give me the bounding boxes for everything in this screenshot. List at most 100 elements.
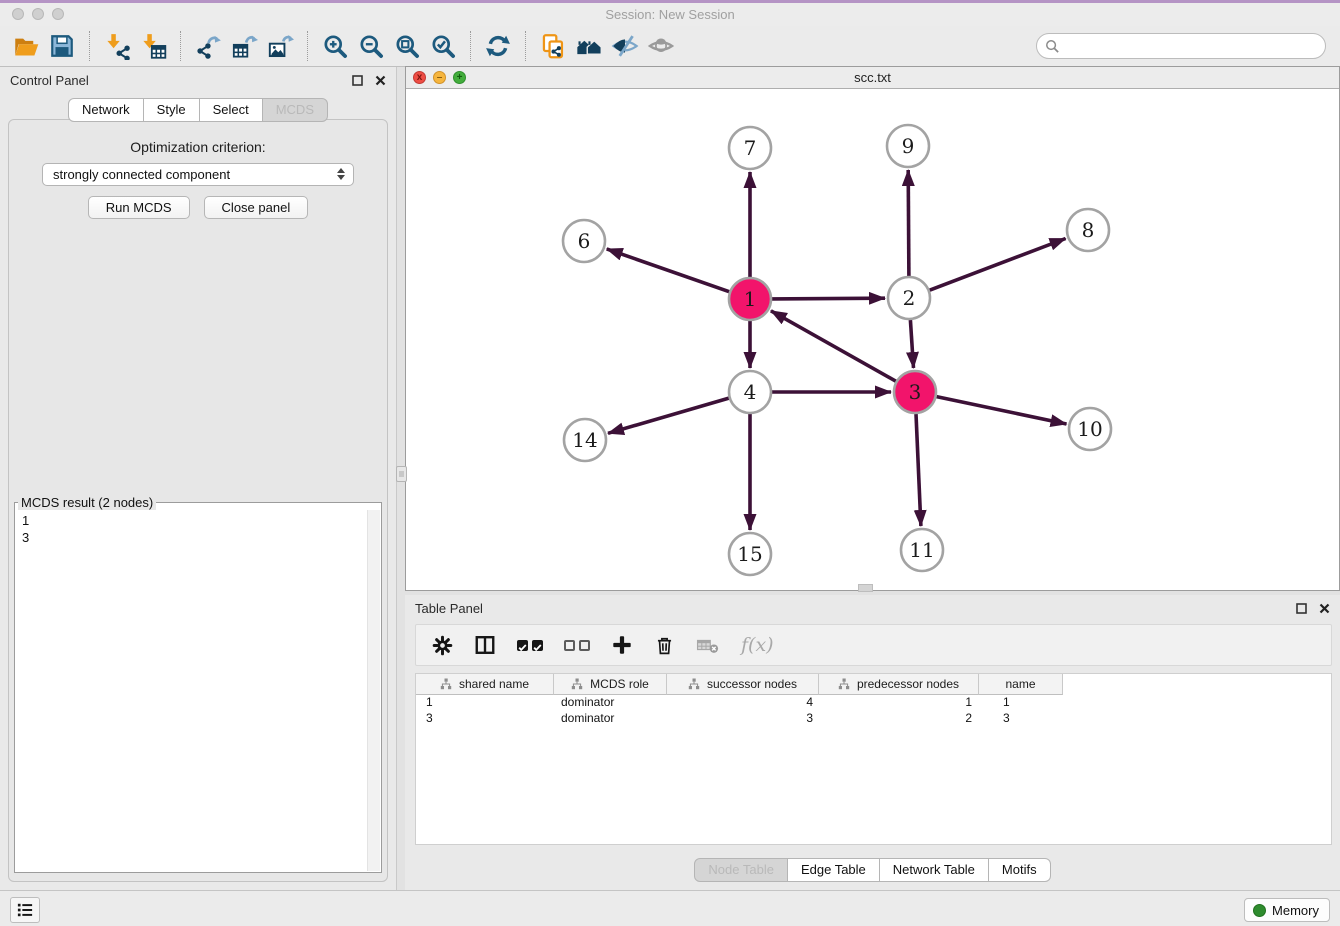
graph-node-7[interactable]: 7: [729, 127, 771, 169]
show-column-panel-button[interactable]: [474, 630, 496, 660]
graph-edge-3-1[interactable]: [771, 311, 896, 381]
graph-edge-1-6[interactable]: [607, 249, 730, 292]
memory-button[interactable]: Memory: [1244, 898, 1330, 922]
table-tab-node-table[interactable]: Node Table: [694, 858, 788, 882]
export-table-button[interactable]: [226, 30, 262, 62]
float-panel-icon[interactable]: [352, 75, 363, 86]
network-canvas[interactable]: 1 2 3 4 6 7 8 9 10 11 14 15: [406, 90, 1339, 590]
optimization-dropdown[interactable]: strongly connected component: [42, 163, 354, 186]
graph-node-9[interactable]: 9: [887, 125, 929, 167]
table-cell[interactable]: 3: [416, 711, 554, 727]
graph-node-4[interactable]: 4: [729, 371, 771, 413]
svg-text:15: 15: [737, 542, 762, 566]
table-cell[interactable]: 2: [819, 711, 979, 727]
graph-node-14[interactable]: 14: [564, 419, 606, 461]
splitter-handle-vertical[interactable]: [396, 466, 407, 482]
delete-table-button[interactable]: [696, 630, 720, 660]
table-cell[interactable]: 4: [667, 695, 819, 711]
svg-text:14: 14: [572, 428, 597, 452]
first-neighbors-button[interactable]: [571, 30, 607, 62]
search-field[interactable]: [1036, 33, 1326, 59]
graph-node-15[interactable]: 15: [729, 533, 771, 575]
graph-edge-2-3[interactable]: [910, 320, 913, 368]
open-file-button[interactable]: [8, 30, 44, 62]
table-tab-edge-table[interactable]: Edge Table: [788, 858, 880, 882]
checked-checkbox-icon: [532, 640, 543, 651]
zoom-selected-button[interactable]: [425, 30, 461, 62]
close-panel-icon[interactable]: [1319, 603, 1330, 614]
graph-node-6[interactable]: 6: [563, 220, 605, 262]
graph-edge-2-8[interactable]: [930, 239, 1066, 291]
float-panel-icon[interactable]: [1296, 603, 1307, 614]
zoom-out-button[interactable]: [353, 30, 389, 62]
export-image-icon: [267, 33, 294, 60]
import-network-button[interactable]: [99, 30, 135, 62]
save-session-button[interactable]: [44, 30, 80, 62]
graph-node-2[interactable]: 2: [888, 277, 930, 319]
control-panel-header: Control Panel: [0, 67, 396, 93]
control-tab-style[interactable]: Style: [144, 98, 200, 122]
graph-edge-2-9[interactable]: [908, 170, 909, 276]
table-row[interactable]: 1dominator411: [416, 695, 1331, 711]
export-network-button[interactable]: [190, 30, 226, 62]
export-image-button[interactable]: [262, 30, 298, 62]
control-tab-select[interactable]: Select: [200, 98, 263, 122]
mcds-result-list[interactable]: 1 3: [15, 510, 367, 872]
table-cell[interactable]: 1: [416, 695, 554, 711]
node-table[interactable]: shared name MCDS role successor nodes pr…: [415, 673, 1332, 845]
table-cell[interactable]: 1: [819, 695, 979, 711]
mcds-result-group: MCDS result (2 nodes) 1 3: [14, 495, 382, 873]
graph-node-10[interactable]: 10: [1069, 408, 1111, 450]
column-header-name[interactable]: name: [979, 674, 1063, 695]
result-scrollbar-track[interactable]: [367, 510, 380, 871]
table-cell[interactable]: dominator: [554, 695, 667, 711]
graph-node-1[interactable]: 1: [729, 278, 771, 320]
deselect-all-button[interactable]: [564, 630, 590, 660]
select-all-button[interactable]: [517, 630, 543, 660]
control-tab-network[interactable]: Network: [68, 98, 144, 122]
task-history-button[interactable]: [10, 897, 40, 923]
toolbar-separator: [470, 31, 471, 61]
graph-edge-3-10[interactable]: [937, 397, 1067, 424]
zoom-fit-button[interactable]: [389, 30, 425, 62]
function-builder-button[interactable]: f(x): [741, 630, 774, 660]
search-input[interactable]: [1066, 39, 1317, 54]
graph-edge-4-14[interactable]: [608, 398, 729, 433]
graph-edge-1-2[interactable]: [772, 298, 885, 299]
control-tab-mcds[interactable]: MCDS: [263, 98, 328, 122]
delete-row-button[interactable]: [654, 630, 675, 660]
table-cell[interactable]: 3: [979, 711, 1063, 727]
duplicate-network-button[interactable]: [535, 30, 571, 62]
column-header-predecessor-nodes[interactable]: predecessor nodes: [819, 674, 979, 695]
graph-node-8[interactable]: 8: [1067, 209, 1109, 251]
table-cell[interactable]: 1: [979, 695, 1063, 711]
table-cell[interactable]: 3: [667, 711, 819, 727]
graph-edge-3-11[interactable]: [916, 414, 921, 526]
column-header-shared-name[interactable]: shared name: [416, 674, 554, 695]
table-panel: Table Panel f(x) shared name M: [405, 595, 1340, 890]
table-cell[interactable]: dominator: [554, 711, 667, 727]
import-network-icon: [104, 33, 131, 60]
table-tab-network-table[interactable]: Network Table: [880, 858, 989, 882]
import-table-button[interactable]: [135, 30, 171, 62]
apply-layout-button[interactable]: [480, 30, 516, 62]
column-header-successor-nodes[interactable]: successor nodes: [667, 674, 819, 695]
close-panel-button[interactable]: Close panel: [204, 196, 309, 219]
run-mcds-button[interactable]: Run MCDS: [88, 196, 190, 219]
show-all-button[interactable]: [643, 30, 679, 62]
zoom-fit-icon: [394, 33, 421, 60]
graph-node-3[interactable]: 3: [894, 371, 936, 413]
hide-selected-button[interactable]: [607, 30, 643, 62]
table-toolbar: f(x): [415, 624, 1332, 666]
graph-node-11[interactable]: 11: [901, 529, 943, 571]
save-icon: [49, 33, 75, 59]
zoom-in-button[interactable]: [317, 30, 353, 62]
splitter-handle-horizontal[interactable]: [858, 584, 873, 592]
table-tab-motifs[interactable]: Motifs: [989, 858, 1051, 882]
table-row[interactable]: 3dominator323: [416, 711, 1331, 727]
close-panel-icon[interactable]: [375, 75, 386, 86]
column-header-MCDS-role[interactable]: MCDS role: [554, 674, 667, 695]
add-row-button[interactable]: [611, 630, 633, 660]
network-window-title: scc.txt: [406, 70, 1339, 85]
table-options-button[interactable]: [432, 630, 453, 660]
